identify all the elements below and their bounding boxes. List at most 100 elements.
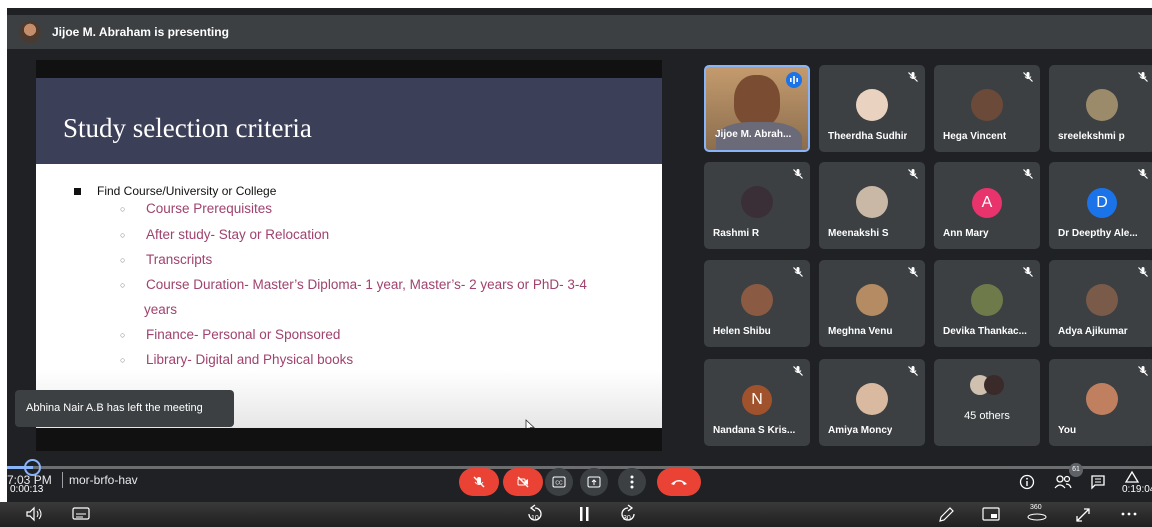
muted-mic-icon (908, 169, 918, 179)
participant-avatar (741, 186, 773, 218)
meeting-code: mor-brfo-hav (69, 473, 138, 487)
more-horiz-icon[interactable] (1120, 511, 1138, 517)
participant-avatar (1086, 383, 1118, 415)
participant-tile[interactable]: Meenakshi S (819, 162, 925, 249)
participant-tile[interactable]: 45 others (934, 359, 1040, 446)
participant-initial-avatar: D (1087, 188, 1117, 218)
sub-bullet: ○ Course Prerequisites (120, 201, 273, 216)
participant-tile[interactable]: Meghna Venu (819, 260, 925, 347)
participant-avatar (971, 284, 1003, 316)
camera-toggle-button[interactable] (503, 468, 543, 496)
muted-mic-icon (908, 267, 918, 277)
slide-title: Study selection criteria (63, 113, 312, 143)
muted-mic-icon (1023, 267, 1033, 277)
meet-window: Jijoe M. Abraham is presenting Study sel… (7, 8, 1152, 502)
participant-initial-avatar: N (742, 385, 772, 415)
participant-name: Adya Ajikumar (1058, 326, 1128, 337)
chat-icon[interactable] (1090, 474, 1106, 490)
sub-bullet: ○ After study- Stay or Relocation (120, 227, 330, 242)
left-margin (0, 0, 7, 502)
participant-name: Rashmi R (713, 228, 760, 239)
video-duration: 0:19:04 (1122, 484, 1152, 495)
square-bullet-icon (74, 187, 81, 195)
top-margin (0, 0, 1152, 8)
sub-bullet-text: Course Prerequisites (146, 201, 273, 216)
participant-name: Meghna Venu (828, 326, 893, 337)
participant-name: Hega Vincent (943, 131, 1007, 142)
participant-tile[interactable]: You (1049, 359, 1152, 446)
participant-avatar (856, 284, 888, 316)
muted-mic-icon (1138, 72, 1148, 82)
svg-text:CC: CC (555, 481, 563, 487)
circle-bullet-icon: ○ (120, 255, 126, 265)
circle-bullet-icon: ○ (120, 355, 126, 365)
hang-up-icon (671, 480, 687, 485)
muted-mic-icon (908, 72, 918, 82)
participant-tile[interactable]: Hega Vincent (934, 65, 1040, 152)
participant-tile[interactable]: Devika Thankac... (934, 260, 1040, 347)
end-call-button[interactable] (657, 468, 701, 496)
presenting-text: Jijoe M. Abraham is presenting (52, 25, 229, 39)
participant-tile[interactable]: A Ann Mary (934, 162, 1040, 249)
main-bullet: Find Course/University or College (74, 184, 276, 198)
volume-icon[interactable] (25, 506, 45, 522)
pause-icon[interactable] (578, 506, 590, 522)
more-vert-icon (630, 475, 634, 489)
muted-mic-icon (793, 267, 803, 277)
mic-off-icon (473, 476, 485, 488)
muted-mic-icon (793, 169, 803, 179)
pen-icon[interactable] (937, 506, 955, 524)
sub-bullet-text: Transcripts (146, 252, 213, 267)
fullscreen-icon[interactable] (1074, 506, 1092, 524)
muted-mic-icon (1138, 267, 1148, 277)
video-player-bar: 10 30 360 (0, 502, 1152, 527)
present-button[interactable] (580, 468, 608, 496)
participant-tile[interactable]: Adya Ajikumar (1049, 260, 1152, 347)
others-avatars (970, 375, 1004, 395)
muted-mic-icon (1138, 366, 1148, 376)
video-progress-track[interactable] (7, 466, 1152, 469)
more-options-button[interactable] (618, 468, 646, 496)
participant-name: You (1058, 425, 1077, 436)
meeting-details-icon[interactable] (1019, 474, 1035, 490)
participant-name: Jijoe M. Abrah... (715, 129, 792, 140)
sub-bullet-text: After study- Stay or Relocation (146, 227, 330, 242)
participant-tile[interactable]: D Dr Deepthy Ale... (1049, 162, 1152, 249)
participant-initial-avatar: A (972, 188, 1002, 218)
mic-toggle-button[interactable] (459, 468, 499, 496)
player-bar-background: 10 30 360 (0, 502, 1152, 527)
vr-label: 360 (1030, 504, 1042, 511)
participant-tile[interactable]: Helen Shibu (704, 260, 810, 347)
captions-button[interactable]: CC (545, 468, 573, 496)
captions-toggle-icon[interactable] (72, 506, 90, 522)
participant-tile[interactable]: Amiya Moncy (819, 359, 925, 446)
participant-avatar (856, 89, 888, 121)
closed-captions-icon: CC (552, 476, 566, 488)
participant-tile[interactable]: N Nandana S Kris... (704, 359, 810, 446)
others-count-label: 45 others (964, 410, 1010, 422)
left-meeting-toast: Abhina Nair A.B has left the meeting (15, 390, 234, 427)
muted-mic-icon (1138, 169, 1148, 179)
sub-bullet: ○ Library- Digital and Physical books (120, 352, 354, 367)
present-screen-icon (587, 476, 601, 488)
sub-bullet-text: years (144, 302, 178, 317)
muted-mic-icon (793, 366, 803, 376)
screen: Jijoe M. Abraham is presenting Study sel… (0, 0, 1152, 527)
participant-avatar (1086, 284, 1118, 316)
people-icon[interactable] (1054, 474, 1072, 490)
activities-icon[interactable] (1124, 470, 1140, 484)
slide-header: Study selection criteria (36, 78, 662, 164)
sub-bullet-text: Library- Digital and Physical books (146, 352, 354, 367)
sub-bullet-continuation: years (144, 302, 177, 317)
participant-tile[interactable]: Theerdha Sudhir (819, 65, 925, 152)
main-bullet-text: Find Course/University or College (97, 184, 277, 198)
participant-tile[interactable]: Jijoe M. Abrah... (704, 65, 810, 152)
speaking-indicator-icon (786, 72, 802, 88)
participant-name: Dr Deepthy Ale... (1058, 228, 1138, 239)
participant-tile[interactable]: Rashmi R (704, 162, 810, 249)
forward-label: 30 (623, 515, 631, 522)
picture-in-picture-icon[interactable] (982, 506, 1000, 522)
camera-off-icon (517, 476, 529, 488)
circle-bullet-icon: ○ (120, 230, 126, 240)
participant-tile[interactable]: sreelekshmi p (1049, 65, 1152, 152)
